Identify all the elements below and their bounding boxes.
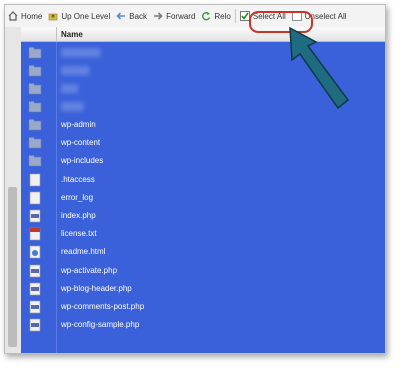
reload-icon	[202, 11, 211, 21]
blurred-file-name: ▒▒▒▒	[61, 102, 84, 111]
file-row-hidden[interactable]: ▒▒▒	[21, 80, 385, 98]
file-name: wp-comments-post.php	[61, 302, 145, 311]
file-row[interactable]: wp-comments-post.php	[21, 298, 385, 316]
forward-arrow-icon	[154, 12, 163, 20]
back-button[interactable]: Back	[113, 7, 150, 25]
home-icon	[8, 11, 18, 21]
home-button[interactable]: Home	[5, 7, 45, 25]
file-name: wp-admin	[61, 120, 96, 129]
file-row-hidden[interactable]: ▒▒▒▒▒▒▒	[21, 44, 385, 62]
folder-icon	[28, 119, 42, 131]
file-row-hidden[interactable]: ▒▒▒▒▒	[21, 62, 385, 80]
file-row[interactable]: license.txt	[21, 225, 385, 243]
file-row[interactable]: wp-config-sample.php	[21, 316, 385, 334]
home-label: Home	[21, 11, 43, 21]
file-name: error_log	[61, 192, 94, 202]
select-all-button[interactable]: Select All	[237, 7, 289, 25]
file-name: wp-content	[61, 138, 101, 148]
file-name: license.txt	[61, 229, 97, 239]
checkbox-empty-icon	[291, 11, 302, 21]
file-name: index.php	[61, 211, 96, 220]
file-name: wp-activate.php	[61, 265, 118, 275]
folder-icon	[28, 137, 42, 149]
name-column-header[interactable]: Name	[61, 30, 83, 39]
column-header: Name	[21, 27, 385, 42]
php-file-icon	[29, 300, 41, 314]
file-row[interactable]: wp-admin	[21, 116, 385, 134]
folder-icon	[28, 83, 42, 95]
select-all-label: Select All	[252, 11, 286, 21]
checkbox-checked-icon	[239, 11, 250, 21]
file-row[interactable]: .htaccess	[21, 171, 385, 189]
folder-icon	[28, 155, 42, 167]
file-name: wp-includes	[61, 156, 104, 166]
blurred-file-name: ▒▒▒▒▒	[61, 66, 90, 75]
php-file-icon	[29, 282, 41, 296]
file-list: ▒▒▒▒▒▒▒ ▒▒▒▒▒ ▒▒▒ ▒▒▒▒ wp-admin wp-conten…	[21, 42, 385, 353]
back-label: Back	[129, 11, 148, 21]
up-one-level-label: Up One Level	[61, 11, 111, 21]
reload-button[interactable]: Relo	[198, 7, 233, 25]
unselect-all-button[interactable]: Unselect All	[289, 7, 350, 25]
forward-button[interactable]: Forward	[150, 7, 198, 25]
up-one-level-button[interactable]: Up One Level	[45, 7, 113, 25]
file-grid: Name ▒▒▒▒▒▒▒ ▒▒▒▒▒ ▒▒▒ ▒▒▒▒ wp-admin wp-c…	[5, 27, 385, 353]
blurred-file-name: ▒▒▒▒▒▒▒	[61, 48, 101, 57]
file-row[interactable]: wp-content	[21, 134, 385, 152]
txt-file-icon	[29, 227, 41, 241]
php-file-icon	[29, 318, 41, 332]
toolbar-divider	[234, 9, 236, 23]
back-arrow-icon	[116, 12, 126, 20]
file-manager-window: Home Up One Level Back Forward Relo Sele…	[4, 4, 386, 354]
left-scroll-track	[5, 27, 22, 353]
file-name: .htaccess	[61, 174, 95, 184]
folder-icon	[28, 101, 42, 113]
file-row[interactable]: wp-blog-header.php	[21, 280, 385, 298]
toolbar: Home Up One Level Back Forward Relo Sele…	[5, 5, 385, 28]
file-row[interactable]: wp-activate.php	[21, 262, 385, 280]
icon-column-header[interactable]	[21, 27, 57, 41]
file-name: wp-config-sample.php	[61, 320, 140, 330]
scrollbar-thumb[interactable]	[8, 187, 17, 347]
file-row[interactable]: readme.html	[21, 243, 385, 261]
php-file-icon	[29, 209, 41, 223]
file-row-hidden[interactable]: ▒▒▒▒	[21, 98, 385, 116]
up-folder-icon	[49, 13, 58, 21]
file-row[interactable]: wp-includes	[21, 152, 385, 170]
blurred-file-name: ▒▒▒	[61, 84, 79, 93]
folder-icon	[28, 65, 42, 77]
text-file-icon	[29, 191, 41, 205]
file-row[interactable]: error_log	[21, 189, 385, 207]
file-name: readme.html	[61, 247, 106, 257]
php-file-icon	[29, 264, 41, 277]
forward-label: Forward	[166, 11, 196, 21]
reload-label: Relo	[214, 11, 231, 21]
file-name: wp-blog-header.php	[61, 283, 132, 293]
html-file-icon	[29, 246, 41, 259]
folder-icon	[28, 47, 42, 59]
unselect-all-label: Unselect All	[304, 11, 347, 21]
text-file-icon	[29, 173, 41, 186]
file-row[interactable]: index.php	[21, 207, 385, 225]
